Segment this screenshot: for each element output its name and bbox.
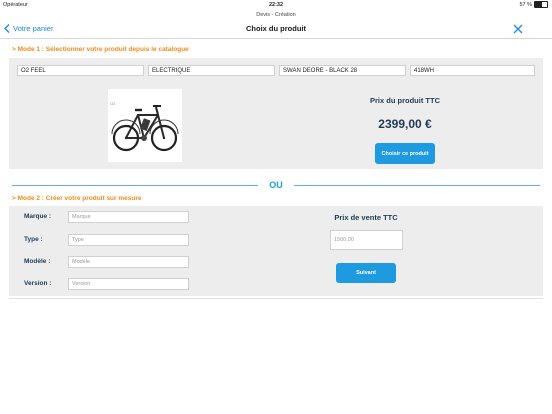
battery-percent: 57 %	[519, 1, 532, 8]
nav-subtitle: Devis - Création	[256, 12, 296, 18]
model-input[interactable]: Modèle	[68, 256, 189, 268]
next-button[interactable]: Suivant	[336, 263, 396, 283]
catalog-brand-field[interactable]: O2 FEEL	[17, 65, 144, 76]
version-label: Version :	[24, 280, 52, 287]
clock: 22:32	[268, 2, 284, 8]
bottom-divider	[9, 298, 543, 299]
mode2-panel: Marque : Marque Type : Type Modèle : Mod…	[9, 206, 543, 296]
chevron-left-icon	[4, 24, 10, 33]
separator-right	[294, 185, 540, 186]
model-label: Modèle :	[24, 258, 51, 265]
sale-price-label: Prix de vente TTC	[334, 213, 398, 222]
type-input[interactable]: Type	[68, 234, 189, 246]
separator-left	[12, 185, 258, 186]
mode1-title: > Mode 1 : Sélectionner votre produit de…	[12, 46, 189, 53]
brand-label: Marque :	[24, 213, 52, 220]
catalog-version-field[interactable]: 418WH	[410, 65, 535, 76]
catalog-model-field[interactable]: SWAN DEORE - BLACK 28	[279, 65, 406, 76]
product-price: 2399,00 €	[378, 117, 432, 131]
choose-product-button[interactable]: Choisir ce produit	[375, 143, 435, 164]
mode1-panel: O2 FEEL ELECTRIQUE SWAN DEORE - BLACK 28…	[9, 58, 543, 169]
mode2-title: > Mode 2 : Créer votre produit sur mesur…	[12, 195, 142, 202]
svg-text:O2: O2	[110, 101, 116, 106]
sale-price-input[interactable]: 1500,00	[330, 230, 403, 250]
brand-input[interactable]: Marque	[68, 211, 189, 223]
type-label: Type :	[24, 236, 43, 243]
status-bar: Opérateur 22:32 57 %	[0, 0, 552, 10]
close-icon[interactable]	[512, 23, 524, 35]
or-separator-label: OU	[269, 180, 283, 190]
product-image: O2	[108, 89, 182, 162]
electric-bike-image: O2	[110, 101, 179, 152]
battery-icon	[534, 1, 548, 8]
product-price-label: Prix du produit TTC	[370, 96, 440, 105]
battery-fill	[535, 2, 542, 7]
version-input[interactable]: Version	[68, 278, 189, 290]
navigation-bar: Devis - Création Choix du produit Votre …	[0, 10, 552, 39]
back-button-label: Votre panier	[13, 24, 54, 33]
battery-indicator: 57 %	[519, 1, 548, 8]
page-title: Choix du produit	[246, 24, 306, 33]
catalog-type-field[interactable]: ELECTRIQUE	[148, 65, 275, 76]
back-button[interactable]: Votre panier	[4, 24, 53, 33]
